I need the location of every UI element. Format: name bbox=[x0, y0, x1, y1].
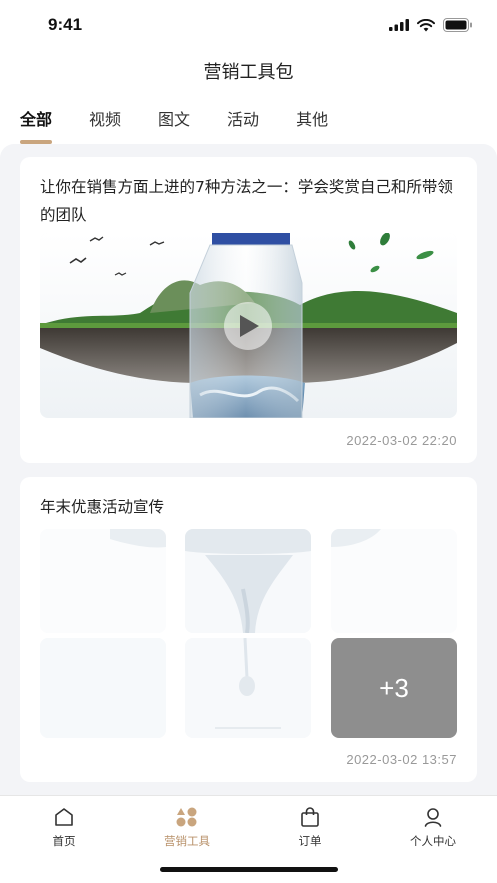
post-timestamp: 2022-03-02 13:57 bbox=[346, 752, 457, 767]
tabbar-label: 订单 bbox=[298, 834, 322, 848]
wifi-icon bbox=[417, 18, 435, 31]
status-bar: 9:41 bbox=[0, 0, 497, 50]
tabbar-label: 营销工具 bbox=[164, 834, 210, 848]
home-icon bbox=[55, 808, 73, 826]
more-images-overlay[interactable]: +3 bbox=[331, 638, 457, 738]
signal-icon bbox=[389, 19, 409, 31]
post-title: 年末优惠活动宣传 bbox=[40, 498, 165, 516]
tabbar-item-profile[interactable]: 个人中心 bbox=[371, 806, 495, 849]
marketing-tools-icon bbox=[176, 807, 197, 827]
tab-other[interactable]: 其他 bbox=[296, 108, 328, 144]
grid-image-graphic bbox=[185, 529, 311, 633]
grid-image-graphic bbox=[331, 529, 457, 633]
tab-graphic[interactable]: 图文 bbox=[158, 108, 190, 144]
grid-image[interactable] bbox=[331, 529, 457, 633]
grid-image-graphic bbox=[40, 638, 166, 738]
tab-all[interactable]: 全部 bbox=[20, 108, 53, 144]
order-bag-icon bbox=[301, 807, 319, 827]
category-tabs: 全部 视频 图文 活动 其他 bbox=[20, 108, 365, 144]
post-card-video[interactable]: 让你在销售方面上进的7种方法之一：学会奖赏自己和所带领的团队 2022-03-0… bbox=[20, 157, 477, 463]
grid-image[interactable] bbox=[185, 529, 311, 633]
profile-icon bbox=[424, 808, 442, 827]
tabbar-label: 首页 bbox=[52, 834, 76, 848]
home-indicator bbox=[160, 867, 338, 872]
grid-image[interactable] bbox=[40, 529, 166, 633]
grid-image-graphic bbox=[40, 529, 166, 633]
video-cover-image bbox=[40, 233, 457, 418]
grid-image-graphic bbox=[185, 638, 311, 738]
video-thumbnail[interactable] bbox=[40, 233, 457, 418]
grid-image[interactable] bbox=[40, 638, 166, 738]
battery-icon bbox=[443, 18, 472, 32]
tabbar-label: 个人中心 bbox=[410, 834, 456, 848]
post-card-images[interactable]: 年末优惠活动宣传 +3 2022-03-02 13:57 bbox=[20, 477, 477, 782]
tabbar-item-orders[interactable]: 订单 bbox=[248, 806, 372, 849]
grid-image[interactable] bbox=[185, 638, 311, 738]
page-title: 营销工具包 bbox=[203, 62, 294, 83]
tab-activity[interactable]: 活动 bbox=[227, 108, 259, 144]
status-time: 9:41 bbox=[48, 15, 83, 34]
tabbar-item-marketing-tools[interactable]: 营销工具 bbox=[125, 806, 249, 849]
post-timestamp: 2022-03-02 22:20 bbox=[346, 433, 457, 448]
tabbar-item-home[interactable]: 首页 bbox=[2, 806, 126, 849]
status-icons bbox=[389, 18, 473, 32]
tab-video[interactable]: 视频 bbox=[89, 108, 121, 144]
post-title: 让你在销售方面上进的7种方法之一：学会奖赏自己和所带领的团队 bbox=[40, 178, 453, 224]
